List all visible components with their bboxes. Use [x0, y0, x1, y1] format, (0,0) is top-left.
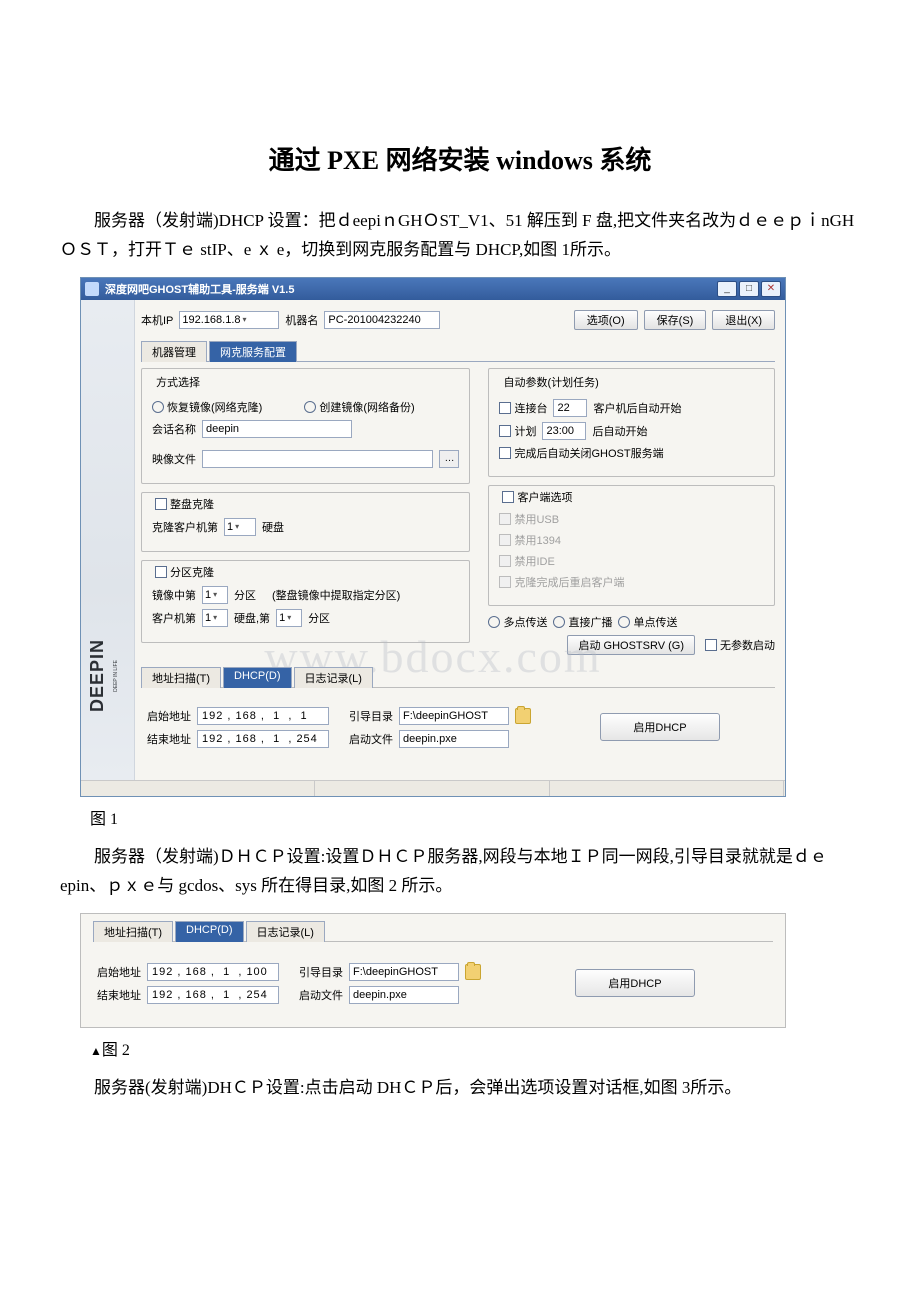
maximize-button[interactable]: □: [739, 281, 759, 297]
start-ghostsrv-button[interactable]: 启动 GHOSTSRV (G): [567, 635, 695, 655]
auto-plan-suffix: 后自动开始: [592, 423, 647, 439]
image-file-input[interactable]: [202, 450, 433, 468]
disable-usb: 禁用USB: [499, 511, 559, 527]
close-button[interactable]: ✕: [761, 281, 781, 297]
image-file-label: 映像文件: [152, 451, 196, 467]
cast-broadcast[interactable]: 直接广播: [553, 614, 612, 630]
p2-start-input[interactable]: [147, 963, 279, 981]
auto-connect-chk[interactable]: 连接台: [499, 400, 547, 416]
reboot-after-clone: 克隆完成后重启客户端: [499, 574, 624, 590]
part-l2a: 客户机第: [152, 610, 196, 626]
part-image-idx[interactable]: 1: [202, 586, 228, 604]
dhcp-end-input[interactable]: [197, 730, 329, 748]
local-ip-input[interactable]: 192.168.1.8: [179, 311, 279, 329]
subtab-log[interactable]: 日志记录(L): [294, 667, 373, 688]
fulldisk-checkbox[interactable]: 整盘克隆: [152, 496, 217, 512]
p2-end-input[interactable]: [147, 986, 279, 1004]
part-l2b: 硬盘,第: [234, 610, 270, 626]
paragraph-3: 服务器(发射端)DHＣＰ设置:点击启动 DHＣＰ后，会弹出选项设置对话框,如图 …: [60, 1074, 860, 1103]
bootfile-input[interactable]: [399, 730, 509, 748]
auto-connect-count[interactable]: [553, 399, 587, 417]
p2-bootdir-label: 引导目录: [299, 964, 343, 980]
fulldisk-line-a: 克隆客户机第: [152, 519, 218, 535]
app-window: 深度网吧GHOST辅助工具-服务端 V1.5 _ □ ✕ DEEP IN LIF…: [80, 277, 786, 797]
p2-browse-folder-icon[interactable]: [465, 964, 481, 980]
doc-title: 通过 PXE 网络安装 windows 系统: [60, 140, 860, 177]
subtab-dhcp[interactable]: DHCP(D): [223, 667, 291, 688]
part-l1a: 镜像中第: [152, 587, 196, 603]
subtab-scan[interactable]: 地址扫描(T): [141, 667, 221, 688]
browse-folder-icon[interactable]: [515, 708, 531, 724]
cast-multicast[interactable]: 多点传送: [488, 614, 547, 630]
mode-group-title: 方式选择: [152, 374, 204, 390]
mode-group: 方式选择 恢复镜像(网络克隆) 创建镜像(网络备份) 会话名称 映像文件: [141, 368, 470, 484]
p2-bootfile-label: 启动文件: [299, 987, 343, 1003]
figure-1-caption: 图 1: [90, 805, 860, 829]
fulldisk-suffix: 硬盘: [262, 519, 284, 535]
tab-netclone-config[interactable]: 网克服务配置: [209, 341, 297, 362]
p2-subtab-scan[interactable]: 地址扫描(T): [93, 921, 173, 942]
part-l1b: 分区: [234, 587, 256, 603]
titlebar: 深度网吧GHOST辅助工具-服务端 V1.5 _ □ ✕: [81, 278, 785, 300]
p2-enable-dhcp-button[interactable]: 启用DHCP: [575, 969, 695, 997]
autoparams-group: 自动参数(计划任务) 连接台 客户机后自动开始 计划 后自动开始 完成: [488, 368, 775, 477]
dhcp-start-input[interactable]: [197, 707, 329, 725]
part-part-idx[interactable]: 1: [276, 609, 302, 627]
options-button[interactable]: 选项(O): [574, 310, 638, 330]
exit-button[interactable]: 退出(X): [712, 310, 775, 330]
p2-bootfile-input[interactable]: [349, 986, 459, 1004]
bootdir-input[interactable]: [399, 707, 509, 725]
disable-ide: 禁用IDE: [499, 553, 554, 569]
machine-name-label: 机器名: [285, 312, 318, 328]
autoparams-title: 自动参数(计划任务): [499, 374, 602, 390]
session-input[interactable]: [202, 420, 352, 438]
brand-subtitle: DEEP IN LIFE: [113, 660, 119, 692]
part-l1c: (整盘镜像中提取指定分区): [272, 587, 400, 603]
minimize-button[interactable]: _: [717, 281, 737, 297]
part-l2c: 分区: [308, 610, 330, 626]
dhcp-end-label: 结束地址: [147, 731, 191, 747]
tab-machine-management[interactable]: 机器管理: [141, 341, 207, 362]
disable-1394: 禁用1394: [499, 532, 560, 548]
dhcp-start-label: 启始地址: [147, 708, 191, 724]
dhcp-panel-2: 地址扫描(T) DHCP(D) 日志记录(L) 启始地址 结束地址 引导目录: [80, 913, 786, 1028]
part-disk-idx[interactable]: 1: [202, 609, 228, 627]
window-title: 深度网吧GHOST辅助工具-服务端 V1.5: [105, 281, 715, 297]
auto-close-chk[interactable]: 完成后自动关闭GHOST服务端: [499, 445, 663, 461]
p2-start-label: 启始地址: [97, 964, 141, 980]
statusbar: [81, 780, 785, 796]
save-button[interactable]: 保存(S): [644, 310, 707, 330]
fulldisk-group: 整盘克隆 克隆客户机第 1 硬盘: [141, 492, 470, 552]
branding-strip: DEEP IN LIFE DEEPIN: [81, 300, 135, 780]
paragraph-1: 服务器（发射端)DHCP 设置：把ｄeepiｎGHＯST_V1、51 解压到 F…: [60, 207, 860, 265]
figure-2-caption: ▲图 2: [90, 1036, 860, 1060]
auto-connect-suffix: 客户机后自动开始: [593, 400, 681, 416]
partition-group: 分区克隆 镜像中第 1 分区 (整盘镜像中提取指定分区) 客户机第 1 硬盘,第…: [141, 560, 470, 643]
machine-name-input[interactable]: [324, 311, 440, 329]
browse-image-button[interactable]: …: [439, 450, 459, 468]
bootdir-label: 引导目录: [349, 708, 393, 724]
bootfile-label: 启动文件: [349, 731, 393, 747]
enable-dhcp-button[interactable]: 启用DHCP: [600, 713, 720, 741]
brand-logo: DEEPIN: [87, 639, 108, 712]
p2-subtab-log[interactable]: 日志记录(L): [246, 921, 325, 942]
paragraph-2: 服务器（发射端)ＤＨＣＰ设置:设置ＤＨＣＰ服务器,网段与本地ＩＰ同一网段,引导目…: [60, 843, 860, 901]
p2-subtab-dhcp[interactable]: DHCP(D): [175, 921, 243, 942]
app-icon: [85, 282, 99, 296]
radio-create[interactable]: 创建镜像(网络备份): [304, 399, 414, 415]
local-ip-label: 本机IP: [141, 312, 173, 328]
partition-checkbox[interactable]: 分区克隆: [152, 564, 217, 580]
session-label: 会话名称: [152, 421, 196, 437]
client-options-group: 客户端选项 禁用USB 禁用1394 禁用IDE 克隆完成后重启客户端: [488, 485, 775, 606]
client-options-chk[interactable]: 客户端选项: [499, 489, 575, 505]
fulldisk-value[interactable]: 1: [224, 518, 256, 536]
cast-unicast[interactable]: 单点传送: [618, 614, 677, 630]
p2-bootdir-input[interactable]: [349, 963, 459, 981]
no-args-chk[interactable]: 无参数启动: [705, 637, 775, 653]
p2-end-label: 结束地址: [97, 987, 141, 1003]
radio-restore[interactable]: 恢复镜像(网络克隆): [152, 399, 262, 415]
auto-plan-time[interactable]: [542, 422, 586, 440]
auto-plan-chk[interactable]: 计划: [499, 423, 536, 439]
